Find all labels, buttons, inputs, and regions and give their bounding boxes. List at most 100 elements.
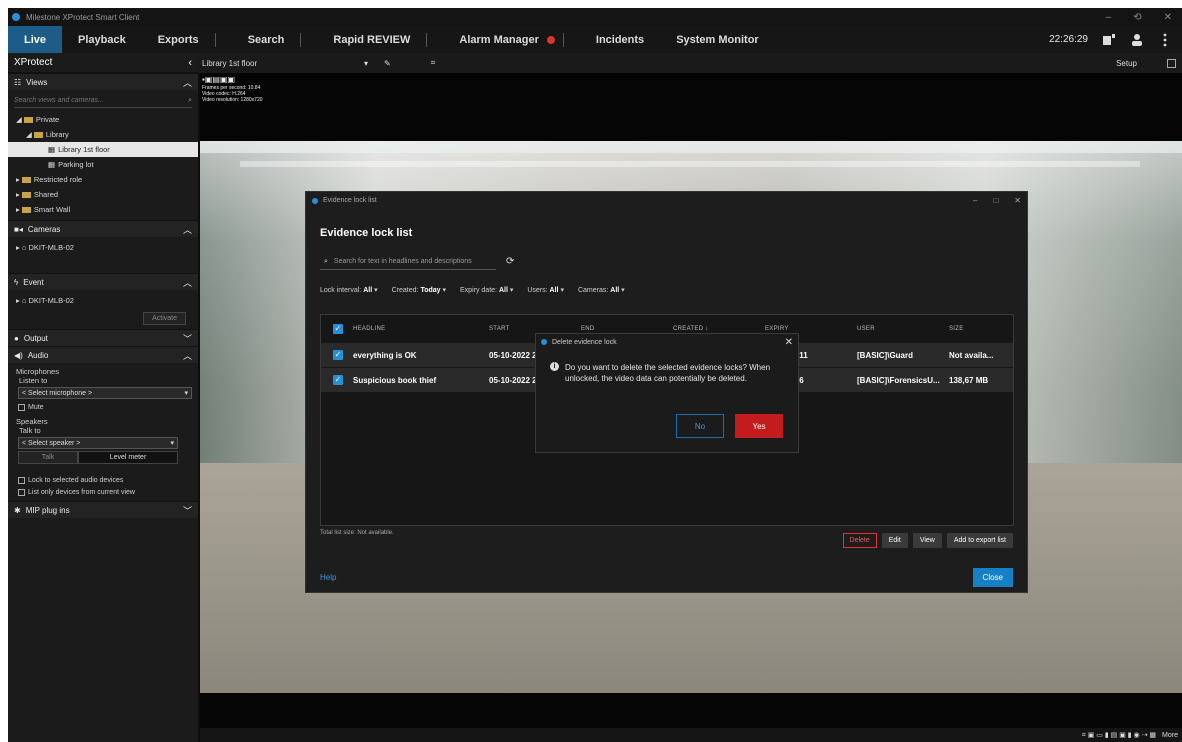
fullscreen-icon[interactable]: [1167, 58, 1176, 68]
view-selector[interactable]: Library 1st floor ▾: [198, 59, 368, 68]
mute-checkbox[interactable]: Mute: [8, 401, 198, 413]
chevron-up-icon: ︿: [182, 277, 192, 288]
user-icon[interactable]: [1130, 33, 1144, 47]
view-toolbar: Library 1st floor ▾ ✎ ⌗ Setup: [198, 53, 1182, 73]
row-checkbox[interactable]: ✓: [333, 375, 343, 385]
column-header[interactable]: END: [581, 326, 673, 332]
search-icon[interactable]: ⌕: [188, 97, 192, 105]
output-label: Output: [23, 333, 48, 343]
delete-button[interactable]: Delete: [842, 533, 877, 548]
filter-value: All: [610, 287, 620, 294]
yes-button[interactable]: Yes: [735, 414, 783, 438]
filter-value: Today: [420, 287, 441, 294]
minimize-button[interactable]: –: [1106, 12, 1112, 23]
tab-exports[interactable]: Exports: [142, 26, 232, 53]
tree-label: Library 1st floor: [58, 145, 110, 154]
listen-to-label: Listen to: [19, 376, 48, 385]
notification-icon[interactable]: [1102, 33, 1116, 47]
talk-button[interactable]: Talk: [18, 451, 78, 464]
tree-item-library-1st-floor[interactable]: ▦ Library 1st floor: [8, 142, 198, 157]
filter-users[interactable]: Users: All ▾: [527, 286, 564, 294]
mip-section-header[interactable]: ✱ MIP plug ins ﹀: [8, 501, 198, 518]
list-only-checkbox[interactable]: List only devices from current view: [8, 486, 198, 498]
select-all-checkbox[interactable]: ✓: [333, 324, 343, 334]
views-section-header[interactable]: ☷ Views ︿: [8, 73, 198, 90]
edit-button[interactable]: Edit: [881, 533, 908, 548]
tab-alarm-manager[interactable]: Alarm Manager: [443, 26, 579, 53]
level-meter-button[interactable]: Level meter: [78, 451, 178, 464]
tab-rapid-review[interactable]: Rapid REVIEW: [317, 26, 443, 53]
evidence-search-input[interactable]: ⌕ Search for text in headlines and descr…: [320, 254, 496, 270]
minimize-icon[interactable]: –: [973, 196, 977, 205]
column-header[interactable]: START: [489, 326, 581, 332]
no-button[interactable]: No: [676, 414, 724, 438]
title-bar: Milestone XProtect Smart Client – ⟲ ✕: [8, 8, 1182, 26]
camera-item[interactable]: ▸ ⌂ DKIT-MLB-02: [8, 237, 198, 257]
speaker-icon: ◀): [14, 350, 23, 360]
close-dialog-button[interactable]: Close: [972, 568, 1013, 587]
views-label: Views: [26, 77, 48, 87]
lock-audio-checkbox[interactable]: Lock to selected audio devices: [8, 474, 198, 486]
tab-playback[interactable]: Playback: [62, 26, 142, 53]
microphone-select[interactable]: < Select microphone > ▾: [18, 387, 192, 399]
filter-created[interactable]: Created: Today ▾: [392, 286, 446, 294]
tab-system-monitor[interactable]: System Monitor: [660, 26, 775, 53]
sidebar: XProtect ‹ ☷ Views ︿ Search views and ca…: [8, 53, 198, 742]
row-checkbox[interactable]: ✓: [333, 350, 343, 360]
more-button[interactable]: More: [1162, 732, 1178, 739]
help-link[interactable]: Help: [320, 573, 336, 582]
restore-button[interactable]: ⟲: [1133, 12, 1141, 23]
add-to-export-button[interactable]: Add to export list: [946, 533, 1013, 548]
cameras-section-header[interactable]: ■◂ Cameras ︿: [8, 220, 198, 237]
column-header[interactable]: CREATED ↓: [673, 326, 765, 332]
filter-cameras[interactable]: Cameras: All ▾: [578, 286, 625, 294]
divider: [426, 32, 428, 47]
tree-label: DKIT-MLB-02: [28, 242, 74, 252]
cameras-label: Cameras: [27, 224, 61, 234]
tab-incidents[interactable]: Incidents: [580, 26, 660, 53]
divider: [300, 32, 302, 47]
device-icon: ⌂: [21, 295, 29, 305]
tree-item-library[interactable]: ◢ Library: [8, 127, 198, 142]
tree-item-smart-wall[interactable]: ▸ Smart Wall: [8, 202, 198, 217]
column-header[interactable]: EXPIRY: [765, 326, 857, 332]
filter-label: Cameras:: [577, 287, 609, 294]
collapse-sidebar-icon[interactable]: ‹: [188, 57, 192, 69]
folder-icon: [33, 131, 43, 138]
audio-section-header[interactable]: ◀) Audio ︿: [8, 346, 198, 363]
layout-icon[interactable]: ⌗: [431, 58, 436, 68]
close-button[interactable]: ✕: [1164, 12, 1172, 23]
column-header[interactable]: USER: [857, 326, 949, 332]
output-section-header[interactable]: ● Output ﹀: [8, 329, 198, 346]
maximize-icon[interactable]: □: [993, 196, 998, 205]
column-header[interactable]: HEADLINE: [353, 326, 489, 332]
tree-item-private[interactable]: ◢ Private: [8, 112, 198, 127]
close-icon[interactable]: ✕: [785, 337, 793, 348]
activate-button[interactable]: Activate: [143, 312, 186, 325]
tree-label: DKIT-MLB-02: [28, 295, 74, 305]
tools-icon[interactable]: ✎: [384, 59, 391, 68]
tab-live[interactable]: Live: [8, 26, 63, 53]
tree-item-shared[interactable]: ▸ Shared: [8, 187, 198, 202]
speaker-select[interactable]: < Select speaker > ▾: [18, 437, 178, 449]
mip-label: MIP plug ins: [25, 505, 70, 515]
filter-expiry[interactable]: Expiry date: All ▾: [460, 286, 513, 294]
cell-user: [BASIC]\ForensicsU...: [857, 375, 940, 385]
more-vertical-icon[interactable]: [1158, 33, 1172, 47]
refresh-icon[interactable]: ⟳: [506, 256, 514, 267]
toolbar-icons[interactable]: ⌗ ▣ ▭ ▮ ▤ ▣ ▮ ◉ ⇢ ▦: [1082, 731, 1156, 740]
view-button[interactable]: View: [912, 533, 942, 548]
setup-button[interactable]: Setup: [1116, 59, 1137, 68]
chevron-down-icon: ▾: [374, 287, 378, 294]
tab-search[interactable]: Search: [232, 26, 318, 53]
window-title: Milestone XProtect Smart Client: [26, 12, 140, 22]
close-icon[interactable]: ✕: [1014, 196, 1021, 205]
event-item[interactable]: ▸ ⌂ DKIT-MLB-02: [8, 290, 198, 310]
filter-lock-interval[interactable]: Lock interval: All ▾: [320, 286, 378, 294]
tree-item-parking-lot[interactable]: ▦ Parking lot: [8, 157, 198, 172]
column-header[interactable]: SIZE: [949, 326, 1009, 332]
event-section-header[interactable]: ϟ Event ︿: [8, 273, 198, 290]
cell-size: 138,67 MB: [949, 375, 989, 385]
tree-item-restricted-role[interactable]: ▸ Restricted role: [8, 172, 198, 187]
views-search-input[interactable]: Search views and cameras... ⌕: [14, 94, 192, 108]
